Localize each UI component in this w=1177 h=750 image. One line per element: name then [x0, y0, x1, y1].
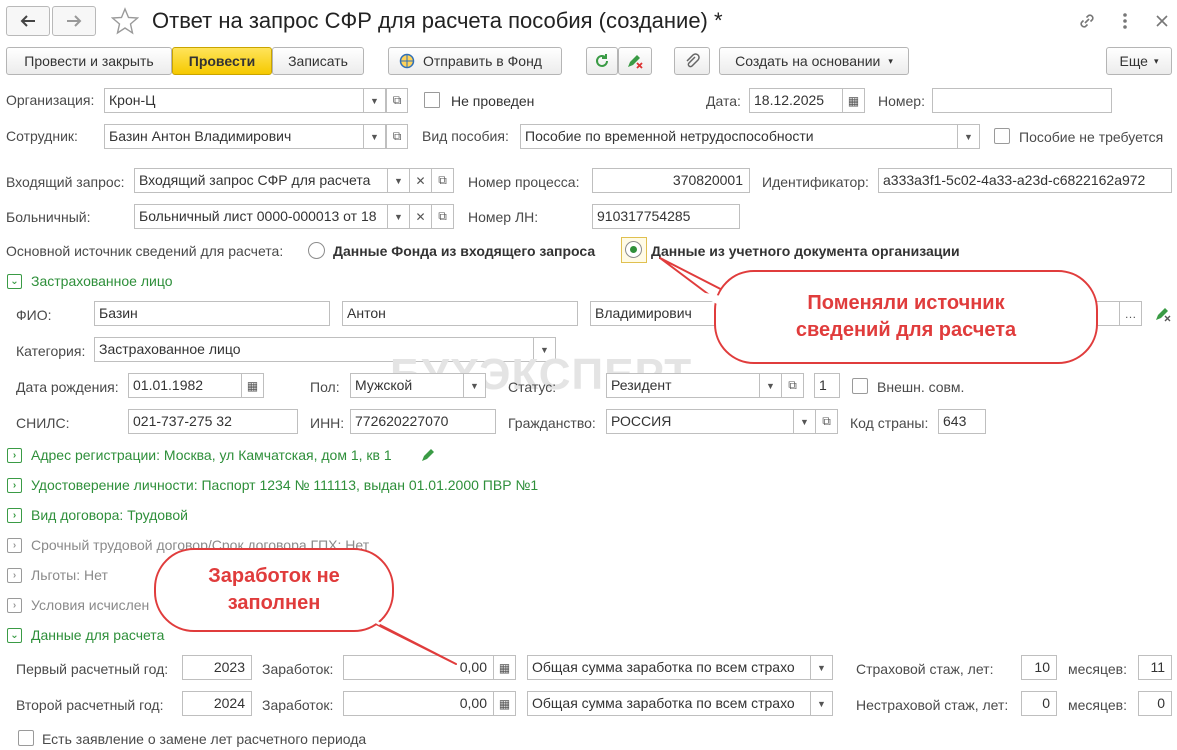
annotation-tail-cover [359, 290, 742, 626]
